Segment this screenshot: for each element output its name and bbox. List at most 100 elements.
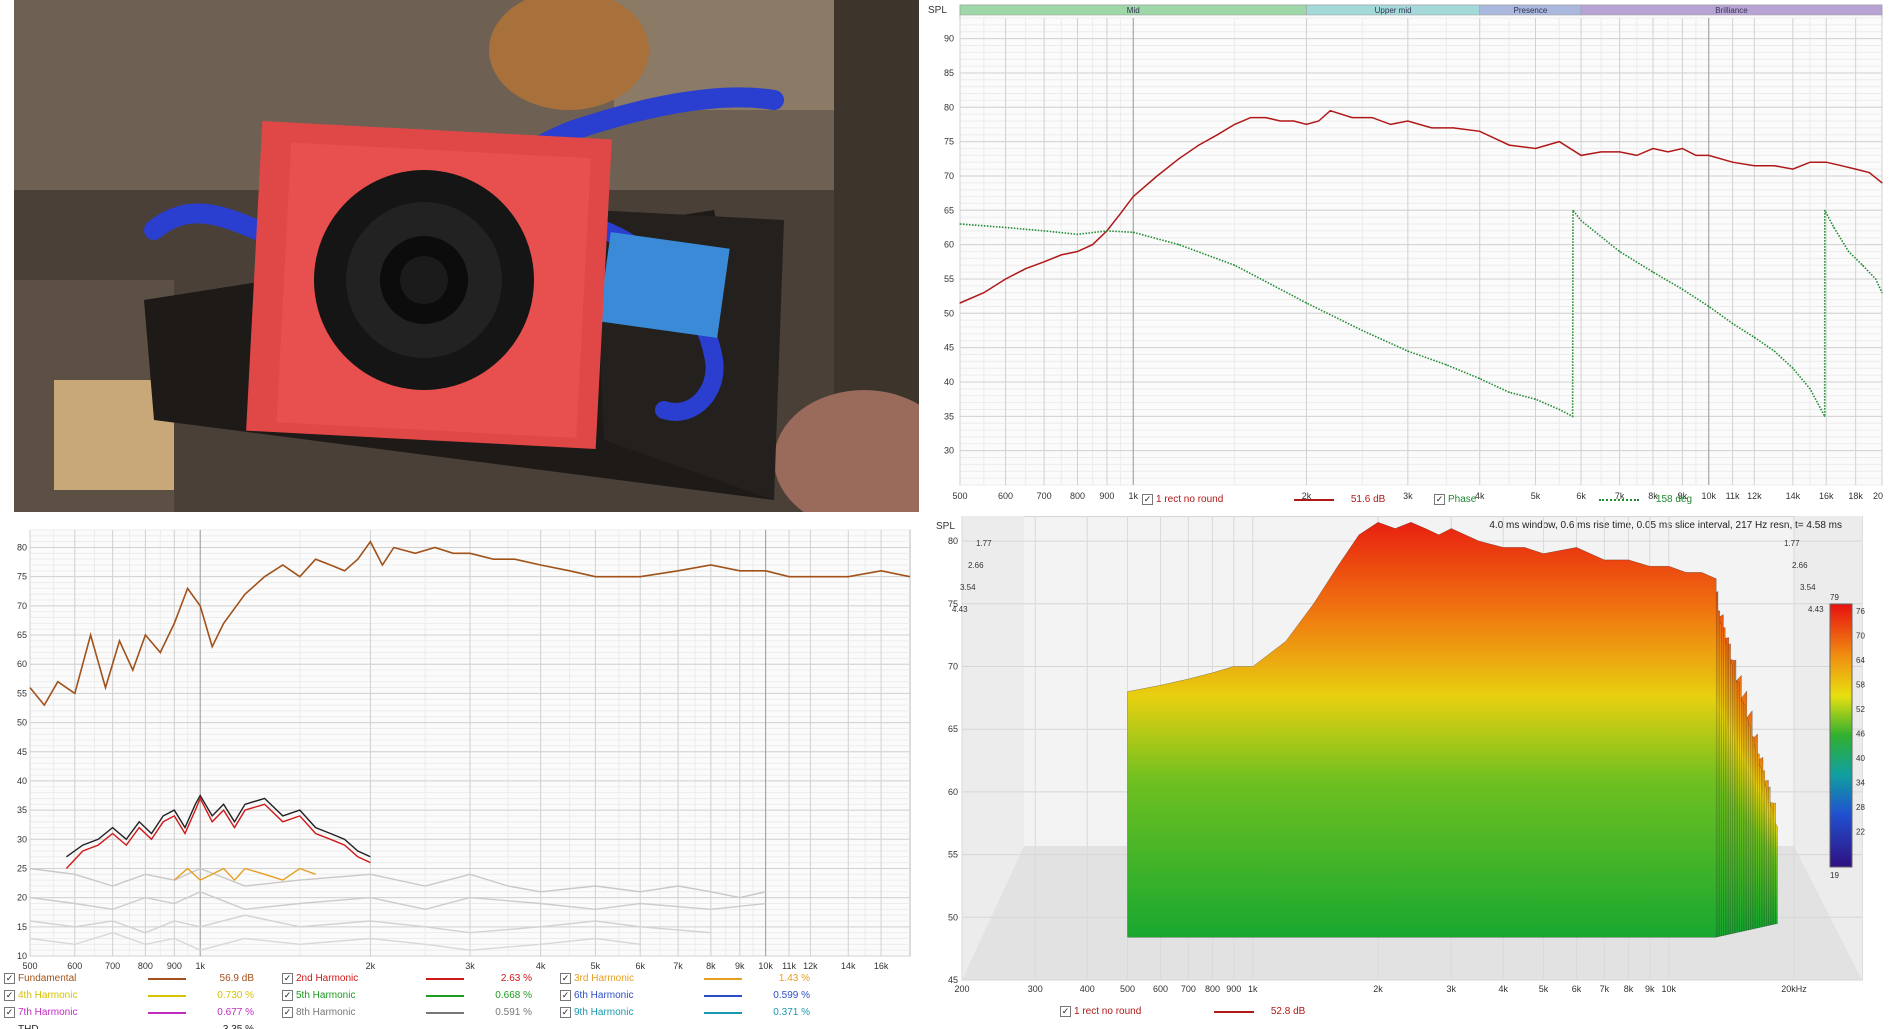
band-label: Brilliance: [1715, 6, 1748, 15]
legend-checkbox[interactable]: ✓: [282, 973, 293, 984]
data-point: [1824, 415, 1826, 417]
data-point: [1558, 408, 1560, 411]
legend-item-3rd-harmonic[interactable]: ✓ 3rd Harmonic 1.43 %: [560, 973, 810, 984]
legend-value: 0.591 %: [495, 1007, 532, 1019]
data-point: [1881, 182, 1883, 184]
data-point: [1004, 278, 1007, 280]
data-point: [1681, 147, 1684, 150]
x-tick-label: 16k: [874, 961, 889, 971]
time-tick-label-right: 3.54: [1800, 583, 1816, 592]
x-tick-label: 9k: [735, 961, 745, 971]
data-point: [1216, 134, 1218, 136]
legend-checkbox[interactable]: ✓: [1060, 1006, 1071, 1017]
y-axis-label: SPL: [928, 5, 947, 16]
y-tick-label: 20: [17, 893, 27, 903]
frequency-response-panel: SPL 30 35 40 45 50 55 60 65 70 75 80 85 90 500 600 700 8…: [924, 0, 1892, 512]
distortion-chart: 10 15 20 25 30 35 40 45 50 55 60 65 70 75 80 500 600 700 8…: [17, 529, 911, 971]
legend-swatch: [426, 994, 464, 997]
y-tick-label: 40: [17, 776, 27, 786]
x-tick-label: 20kHz: [1781, 984, 1807, 994]
y-tick-label: 15: [17, 922, 27, 932]
legend-item-response[interactable]: ✓ 1 rect no round 51.6 dB: [1142, 494, 1385, 505]
legend-item-phase[interactable]: ✓ Phase 158 deg: [1434, 494, 1692, 505]
legend-swatch: [148, 1011, 186, 1014]
legend-item-8th-harmonic[interactable]: ✓ 8th Harmonic 0.591 %: [282, 1007, 532, 1018]
legend-swatch: [148, 994, 186, 997]
legend-item-fundamental[interactable]: ✓ Fundamental 56.9 dB: [4, 973, 254, 984]
x-tick-label: 11k: [1726, 491, 1740, 501]
legend-swatch: [426, 1011, 464, 1014]
data-point: [1708, 305, 1710, 308]
legend-checkbox[interactable]: ✓: [1434, 494, 1445, 505]
data-point: [1792, 367, 1794, 369]
legend-checkbox[interactable]: ✓: [1142, 494, 1153, 505]
y-tick-label: 55: [944, 274, 954, 284]
data-point: [1119, 213, 1122, 215]
legend-item-9th-harmonic[interactable]: ✓ 9th Harmonic 0.371 %: [560, 1007, 810, 1018]
color-scale-label: 46: [1856, 730, 1865, 739]
legend-swatch: [704, 994, 742, 997]
data-point: [1351, 116, 1353, 119]
legend-value: 56.9 dB: [219, 973, 254, 985]
legend-value: 52.8 dB: [1270, 1006, 1306, 1018]
legend-item-7th-harmonic[interactable]: ✓ 7th Harmonic 0.677 %: [4, 1007, 254, 1018]
legend-checkbox[interactable]: ✓: [4, 990, 15, 1001]
data-point: [1106, 230, 1108, 232]
data-point: [1060, 254, 1062, 256]
data-point: [1233, 264, 1236, 266]
legend-checkbox[interactable]: ✓: [282, 990, 293, 1001]
data-point: [1361, 329, 1363, 332]
y-tick-label: 80: [17, 543, 27, 553]
x-tick-label: 1k: [1128, 491, 1138, 501]
time-tick-label-right: 1.77: [1784, 539, 1800, 548]
legend-swatch: [426, 977, 464, 980]
y-tick-label: 65: [944, 205, 954, 215]
legend-item-2nd-harmonic[interactable]: ✓ 2nd Harmonic 2.63 %: [282, 973, 532, 984]
data-point: [1824, 209, 1826, 211]
data-point: [1043, 261, 1045, 263]
x-tick-label: 12k: [1747, 491, 1762, 501]
data-point: [1479, 130, 1481, 132]
data-point: [1881, 292, 1883, 294]
x-tick-label: 700: [1181, 984, 1196, 994]
legend-checkbox[interactable]: ✓: [560, 973, 571, 984]
data-point: [1558, 141, 1560, 143]
data-point: [1004, 226, 1007, 229]
legend-checkbox[interactable]: ✓: [560, 1007, 571, 1018]
color-scale: [1829, 603, 1853, 868]
legend-item-response[interactable]: ✓ 1 rect no round 52.8 dB: [1060, 1006, 1305, 1017]
x-tick-label: 600: [67, 961, 82, 971]
x-tick-label: 2k: [366, 961, 376, 971]
legend-label: 9th Harmonic: [574, 1007, 634, 1019]
legend-item-4th-harmonic[interactable]: ✓ 4th Harmonic 0.730 %: [4, 990, 254, 1001]
waterfall-panel: SPL 4.0 ms window, 0.6 ms rise time, 0.0…: [924, 516, 1892, 1029]
data-point: [959, 223, 961, 225]
color-scale-label: 22: [1856, 828, 1865, 837]
x-tick-label: 500: [1120, 984, 1135, 994]
legend-value: 0.599 %: [773, 990, 810, 1002]
y-tick-label: 75: [944, 137, 954, 147]
legend-checkbox[interactable]: ✓: [282, 1007, 293, 1018]
y-tick-label: 50: [944, 308, 954, 318]
time-tick-label-left: 3.54: [960, 583, 976, 592]
legend-checkbox[interactable]: ✓: [560, 990, 571, 1001]
legend-value: 0.677 %: [217, 1007, 254, 1019]
color-scale-label: 28: [1856, 803, 1865, 812]
legend-checkbox[interactable]: ✓: [4, 1007, 15, 1018]
legend-label: 2nd Harmonic: [296, 973, 359, 985]
data-point: [1407, 350, 1409, 352]
data-point: [1875, 278, 1877, 280]
data-point: [1024, 268, 1027, 270]
legend-item-thd[interactable]: THDH2..9 3.35 %: [4, 1024, 254, 1029]
legend-label: Fundamental: [18, 973, 77, 985]
legend-value: 158 deg: [1655, 494, 1693, 506]
time-tick-label-left: 4.43: [952, 605, 968, 614]
legend-item-6th-harmonic[interactable]: ✓ 6th Harmonic 0.599 %: [560, 990, 810, 1001]
legend-label: Phase: [1448, 494, 1477, 506]
color-scale-label: 19: [1830, 871, 1839, 880]
data-point: [1479, 377, 1481, 380]
legend-checkbox[interactable]: ✓: [4, 973, 15, 984]
data-point: [1825, 161, 1827, 163]
legend-item-5th-harmonic[interactable]: ✓ 5th Harmonic 0.668 %: [282, 990, 532, 1001]
data-point: [1572, 415, 1574, 417]
